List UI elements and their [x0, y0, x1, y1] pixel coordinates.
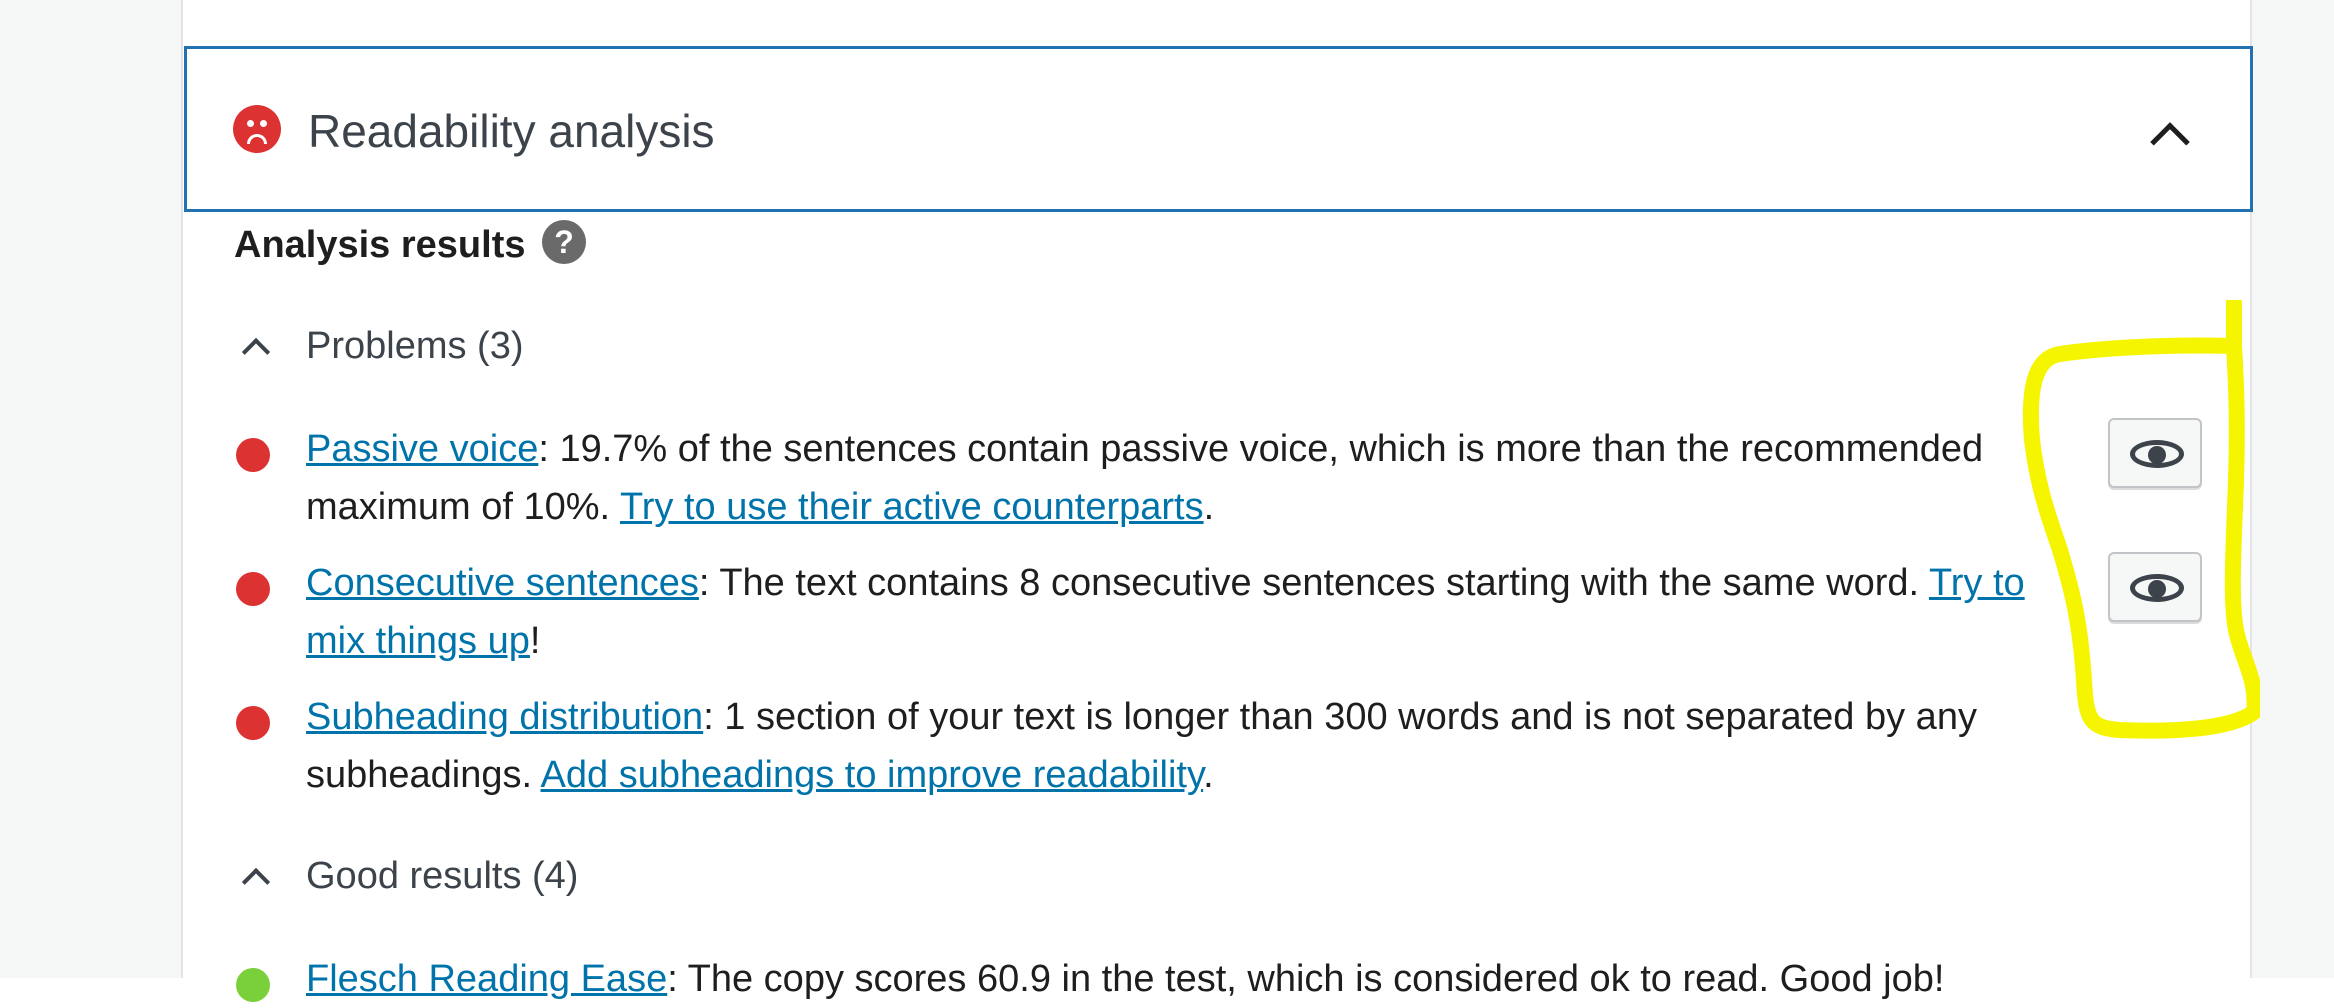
problem-bullet-icon — [236, 572, 270, 606]
result-link[interactable]: Consecutive sentences — [306, 562, 699, 604]
result-action-link[interactable]: Add subheadings to improve readability — [541, 754, 1204, 796]
chevron-up-icon[interactable] — [2150, 122, 2190, 162]
result-text: Consecutive sentences: The text contains… — [306, 562, 2025, 662]
result-text: Flesch Reading Ease: The copy scores 60.… — [306, 958, 1945, 1000]
good-bullet-icon — [236, 968, 270, 1002]
readability-title: Readability analysis — [308, 105, 715, 157]
good-results-toggle[interactable]: Good results (4) — [234, 846, 834, 906]
highlight-passive-voice-button[interactable] — [2108, 418, 2202, 488]
sad-face-icon — [233, 105, 281, 153]
eye-icon — [2130, 574, 2184, 602]
problems-toggle[interactable]: Problems (3) — [234, 316, 834, 376]
result-link[interactable]: Subheading distribution — [306, 696, 703, 738]
result-link[interactable]: Flesch Reading Ease — [306, 958, 667, 1000]
result-text: Passive voice: 19.7% of the sentences co… — [306, 428, 1984, 528]
good-results-label: Good results (4) — [306, 855, 579, 897]
problems-label: Problems (3) — [306, 325, 524, 367]
result-text: Subheading distribution: 1 section of yo… — [306, 696, 1977, 796]
eye-icon — [2130, 440, 2184, 468]
chevron-up-icon — [241, 867, 271, 897]
result-link[interactable]: Passive voice — [306, 428, 538, 470]
analysis-results-title: Analysis results — [234, 224, 526, 266]
result-action-link[interactable]: Try to use their active counterparts — [620, 486, 1204, 528]
problem-bullet-icon — [236, 438, 270, 472]
highlight-consecutive-sentences-button[interactable] — [2108, 552, 2202, 622]
chevron-up-icon — [241, 337, 271, 367]
readability-header[interactable]: Readability analysis — [184, 46, 2253, 212]
question-mark-icon[interactable]: ? — [542, 220, 586, 264]
problem-bullet-icon — [236, 706, 270, 740]
